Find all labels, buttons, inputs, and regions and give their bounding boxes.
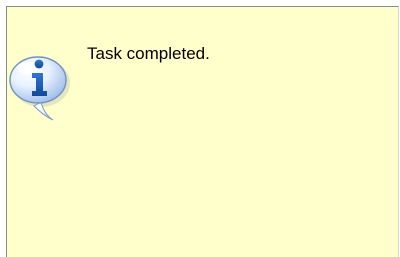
info-tooltip: Task completed. bbox=[6, 6, 399, 257]
info-balloon-icon bbox=[7, 50, 75, 125]
status-message: Task completed. bbox=[87, 44, 210, 63]
screen: Task completed. bbox=[0, 0, 400, 257]
